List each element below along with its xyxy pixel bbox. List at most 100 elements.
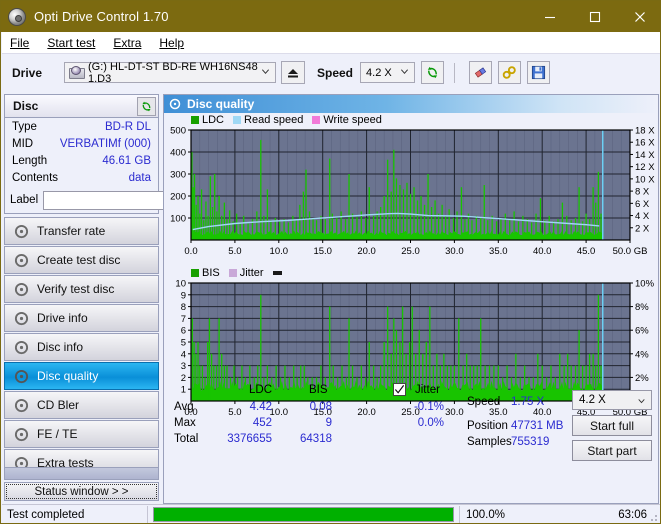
menu-extra[interactable]: Extra — [113, 36, 141, 50]
bis-chart-legend: BIS Jitter — [164, 266, 658, 279]
save-button[interactable] — [527, 61, 551, 84]
legend-swatch — [228, 268, 237, 277]
legend-jitter: Jitter — [228, 267, 264, 279]
legend-swatch — [312, 115, 321, 124]
disc-icon — [11, 282, 31, 297]
stats-avg-ldc: 4.42 — [249, 401, 272, 413]
disc-type-value: BD-R DL — [104, 120, 151, 133]
refresh-button[interactable] — [421, 61, 445, 84]
sidebar-item-label: Transfer rate — [37, 224, 106, 238]
drive-icon — [69, 66, 85, 79]
sidebar-item-cd-bler[interactable]: CD Bler — [4, 391, 159, 419]
svg-text:6: 6 — [181, 326, 186, 337]
svg-text:16 X: 16 X — [635, 138, 655, 149]
svg-text:10: 10 — [175, 279, 186, 290]
stats-samples-label: Samples — [467, 436, 512, 448]
toolbar-separator — [454, 62, 456, 83]
disc-type-label: Type — [12, 120, 37, 133]
main-content-panel: Disc quality LDC Read speed Write speed … — [163, 94, 659, 504]
sidebar-item-label: Create test disc — [37, 253, 121, 267]
stats-avg-jitter: -0.1% — [413, 401, 444, 413]
progress-percent: 100.0% — [466, 508, 506, 521]
disc-row-contents: Contents data — [5, 169, 158, 186]
svg-text:4%: 4% — [635, 349, 649, 360]
speed-select[interactable]: 4.2 X — [360, 62, 416, 83]
menu-help[interactable]: Help — [159, 36, 184, 50]
close-icon[interactable] — [617, 1, 660, 32]
start-full-label: Start full — [589, 418, 634, 433]
stats-col-ldc: LDC — [249, 384, 273, 396]
disc-icon — [11, 224, 31, 239]
menu-start-test[interactable]: Start test — [47, 36, 95, 50]
sidebar-item-label: Disc quality — [37, 369, 99, 383]
status-window-button[interactable]: Status window > > — [4, 482, 159, 501]
disc-icon — [169, 98, 181, 110]
disc-row-length: Length 46.61 GB — [5, 152, 158, 169]
disc-length-label: Length — [12, 154, 48, 167]
ldc-chart-legend: LDC Read speed Write speed — [164, 113, 658, 126]
start-part-button[interactable]: Start part — [572, 440, 652, 461]
resize-grip-icon[interactable] — [648, 512, 658, 522]
disc-mid-label: MID — [12, 137, 34, 150]
stats-panel: LDC BIS Jitter Avg 4.42 0.08 -0.1% Max 4… — [166, 383, 656, 461]
maximize-icon[interactable] — [572, 1, 617, 32]
sidebar-item-transfer-rate[interactable]: Transfer rate — [4, 217, 159, 245]
svg-text:6%: 6% — [635, 326, 649, 337]
stats-total-ldc: 3376655 — [227, 433, 272, 445]
stats-speed-value: 1.75 X — [511, 396, 545, 408]
jitter-checkbox[interactable] — [393, 383, 406, 396]
disc-length-value: 46.61 GB — [102, 154, 151, 167]
sidebar-item-create-test-disc[interactable]: Create test disc — [4, 246, 159, 274]
sidebar-item-verify-test-disc[interactable]: Verify test disc — [4, 275, 159, 303]
disc-icon — [11, 340, 31, 355]
menu-file[interactable]: File — [10, 36, 29, 50]
stats-position-value: 47731 MB — [511, 420, 564, 432]
stats-total-bis: 64318 — [300, 433, 332, 445]
svg-text:10 X: 10 X — [635, 174, 655, 185]
eraser-icon — [474, 67, 487, 78]
disc-panel-title: Disc — [13, 99, 39, 113]
test-speed-select[interactable]: 4.2 X — [572, 390, 652, 410]
disc-row-mid: MID VERBATIMf (000) — [5, 135, 158, 152]
legend-ldc: LDC — [191, 114, 224, 126]
svg-text:5: 5 — [181, 338, 186, 349]
svg-text:4 X: 4 X — [635, 211, 650, 222]
sidebar-item-disc-quality[interactable]: Disc quality — [4, 362, 159, 390]
tools-icon — [502, 66, 516, 79]
svg-text:10.0: 10.0 — [270, 246, 289, 257]
sidebar-item-disc-info[interactable]: Disc info — [4, 333, 159, 361]
drive-select-value: (G:) HL-DT-ST BD-RE WH16NS48 1.D3 — [88, 60, 258, 85]
sidebar-item-fe-te[interactable]: FE / TE — [4, 420, 159, 448]
disc-refresh-button[interactable] — [137, 96, 156, 116]
drive-label: Drive — [12, 65, 43, 80]
disc-label-label: Label — [10, 194, 39, 206]
drive-select[interactable]: (G:) HL-DT-ST BD-RE WH16NS48 1.D3 — [64, 60, 276, 85]
elapsed-time: 63:06 — [618, 508, 647, 521]
disc-panel-header: Disc — [4, 94, 159, 118]
svg-text:14 X: 14 X — [635, 150, 655, 161]
disc-mid-value: VERBATIMf (000) — [59, 137, 151, 150]
content-header: Disc quality — [164, 95, 658, 113]
stats-col-bis: BIS — [309, 384, 328, 396]
svg-text:0.0: 0.0 — [184, 246, 197, 257]
stats-max-bis: 9 — [325, 417, 332, 429]
eject-button[interactable] — [281, 61, 305, 84]
test-speed-value: 4.2 X — [579, 394, 606, 406]
svg-text:12 X: 12 X — [635, 162, 655, 173]
erase-button[interactable] — [469, 61, 493, 84]
legend-swatch — [191, 268, 199, 277]
start-full-button[interactable]: Start full — [572, 415, 652, 436]
tools-button[interactable] — [498, 61, 522, 84]
minimize-icon[interactable] — [527, 1, 572, 32]
stats-max-ldc: 452 — [252, 417, 272, 429]
chevron-down-icon — [400, 69, 409, 75]
svg-text:4: 4 — [181, 349, 186, 360]
svg-text:20.0: 20.0 — [357, 246, 376, 257]
svg-text:45.0: 45.0 — [577, 246, 596, 257]
eject-icon — [288, 68, 298, 77]
sidebar-item-drive-info[interactable]: Drive info — [4, 304, 159, 332]
progress-bar — [153, 507, 454, 522]
legend-read-speed: Read speed — [233, 114, 303, 126]
disc-icon — [11, 311, 31, 326]
svg-text:9: 9 — [181, 290, 186, 301]
